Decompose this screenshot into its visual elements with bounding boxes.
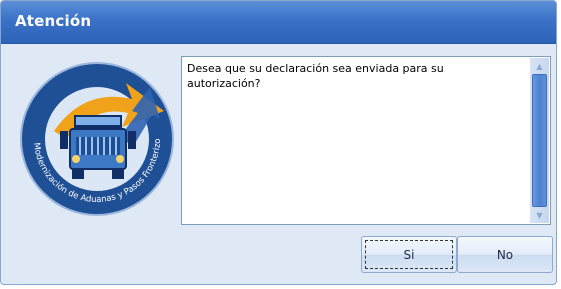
scroll-down-arrow-icon[interactable]: ▼ xyxy=(530,207,549,223)
scroll-thumb[interactable] xyxy=(532,74,547,207)
title-bar[interactable]: Atención xyxy=(1,1,556,44)
vertical-scrollbar[interactable]: ▲ ▼ xyxy=(530,58,549,223)
no-button[interactable]: No xyxy=(457,236,553,273)
message-box: Desea que su declaración sea enviada par… xyxy=(181,56,551,225)
message-text: Desea que su declaración sea enviada par… xyxy=(187,62,444,90)
dialog-title: Atención xyxy=(15,12,92,30)
scroll-up-arrow-icon[interactable]: ▲ xyxy=(530,58,549,74)
customs-logo-icon: Modernización de Aduanas y Pasos Fronter… xyxy=(14,53,174,216)
yes-button[interactable]: Si xyxy=(361,236,457,273)
yes-button-label: Si xyxy=(403,247,415,262)
no-button-label: No xyxy=(496,247,514,262)
dialog-window: Atención Modernización de Aduanas y Paso… xyxy=(0,0,557,285)
